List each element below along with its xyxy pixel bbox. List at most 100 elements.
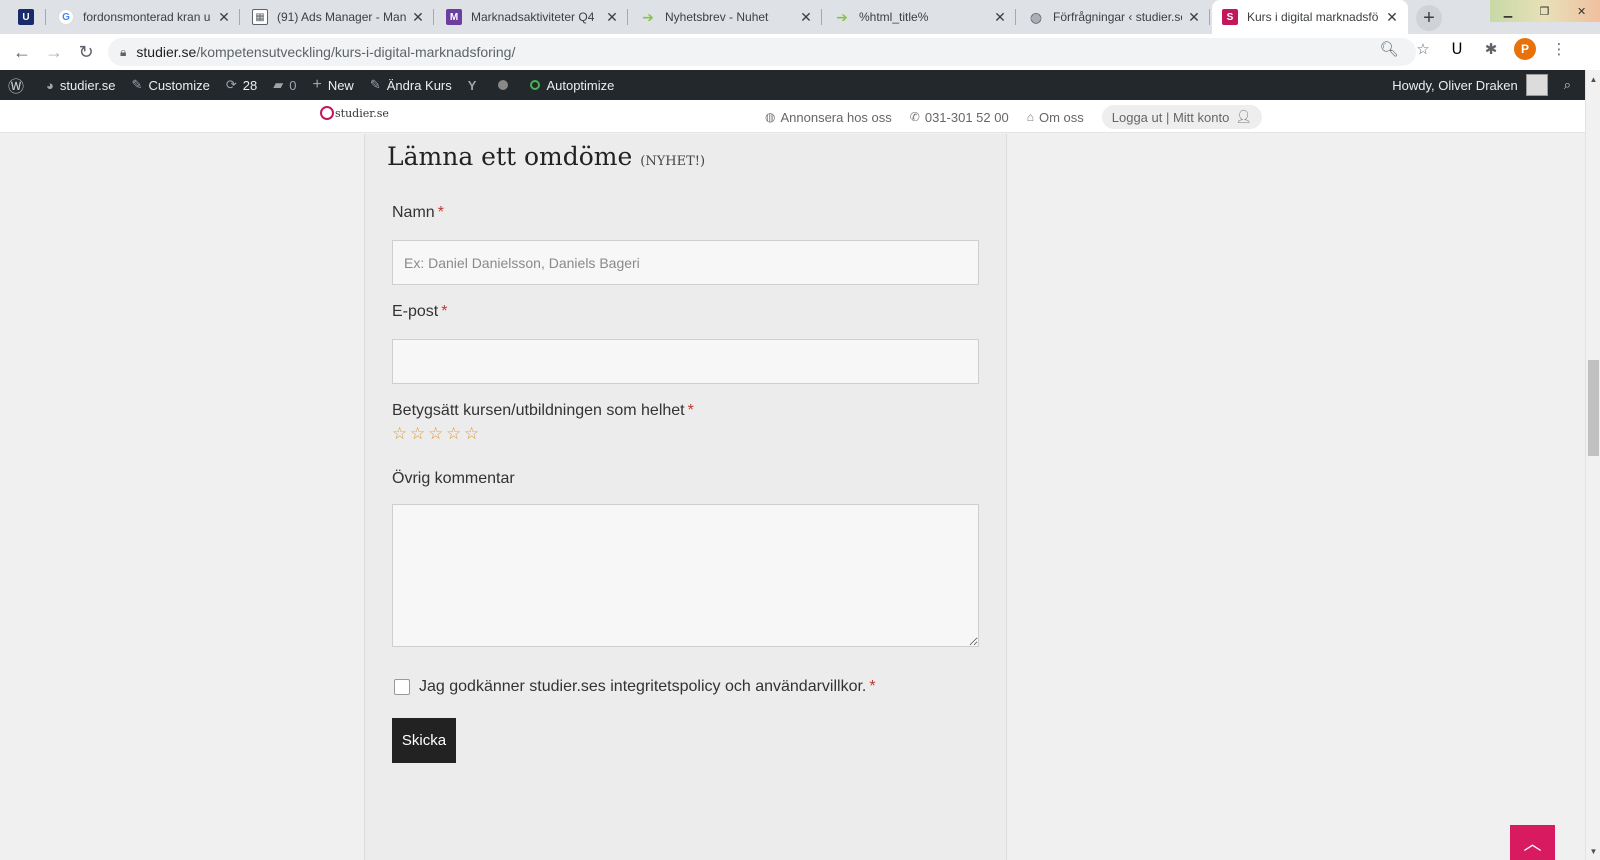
star-1-icon[interactable]: ☆ [392, 425, 408, 442]
comments-count: 0 [289, 77, 297, 93]
puzzle-icon[interactable]: ✱ [1480, 38, 1502, 60]
url-host: studier.se [136, 44, 197, 60]
tab-google-search[interactable]: G fordonsmonterad kran u ✕ [48, 0, 240, 34]
address-bar[interactable]: 🔒︎ studier.se/kompetensutveckling/kurs-i… [108, 38, 1416, 66]
close-tab-icon[interactable]: ✕ [798, 9, 814, 25]
comment-icon: ▰ [273, 77, 284, 92]
scroll-up-arrow-icon[interactable]: ▲ [1586, 72, 1600, 86]
customize-label: Customize [148, 77, 210, 93]
account-button[interactable]: Logga ut | Mitt konto 👤︎ [1101, 105, 1262, 129]
advertise-link[interactable]: ◍ Annonsera hos oss [765, 110, 892, 125]
updates-count: 28 [242, 77, 258, 93]
site-logo[interactable]: studier.se [320, 106, 389, 120]
email-field[interactable] [392, 339, 979, 384]
google-favicon-icon: G [58, 9, 74, 25]
close-tab-icon[interactable]: ✕ [992, 9, 1008, 25]
rating-label-text: Betygsätt kursen/utbildningen som helhet [392, 402, 685, 419]
scroll-to-top-button[interactable]: ︿ [1510, 825, 1555, 860]
u-favicon-icon: U [18, 9, 34, 25]
forward-icon[interactable]: → [38, 36, 70, 68]
comment-textarea[interactable] [392, 504, 979, 647]
chevron-up-icon: ︿ [1523, 833, 1542, 854]
comment-label: Övrig kommentar [392, 470, 515, 488]
status-dot-icon [498, 80, 509, 90]
tab-title: Nyhetsbrev - Nuhet [665, 10, 769, 24]
email-label: E-post * [392, 303, 447, 321]
account-label: Logga ut | Mitt konto [1111, 109, 1230, 125]
close-tab-icon[interactable]: ✕ [410, 9, 426, 25]
header-nav: ◍ Annonsera hos oss ✆ 031-301 52 00 ⌂ Om os… [765, 105, 1262, 129]
browser-toolbar: ← → ↻ 🔒︎ studier.se/kompetensutveckling/… [0, 34, 1600, 70]
phone-link[interactable]: ✆ 031-301 52 00 [910, 110, 1009, 125]
admin-search-button[interactable]: ⌕ [1556, 70, 1585, 100]
tab-forfragningar[interactable]: ◍ Förfrågningar ‹ studier.se ✕ [1018, 0, 1210, 34]
maximize-icon[interactable]: ❐ [1540, 5, 1550, 18]
close-tab-icon[interactable]: ✕ [1384, 9, 1400, 25]
review-heading: Lämna ett omdöme (NYHET!) [387, 142, 705, 171]
globe-favicon-icon: ◍ [1029, 8, 1043, 25]
close-tab-icon[interactable]: ✕ [216, 9, 232, 25]
close-tab-icon[interactable]: ✕ [1186, 9, 1202, 25]
logo-magnifier-icon [320, 106, 334, 120]
autoptimize-link[interactable]: Autoptimize [522, 70, 622, 100]
new-tab-button[interactable]: + [1416, 5, 1442, 31]
about-link[interactable]: ⌂ Om oss [1027, 110, 1084, 125]
review-form-card: Lämna ett omdöme (NYHET!) Namn* E-post* … [364, 134, 1007, 860]
star-3-icon[interactable]: ☆ [428, 425, 444, 442]
required-mark: * [437, 204, 444, 221]
reload-icon[interactable]: ↻ [70, 36, 102, 68]
edit-course-link[interactable]: ✎ Ändra Kurs [362, 70, 460, 100]
seo-status-indicator[interactable] [490, 70, 522, 100]
zoom-icon[interactable]: 🔍︎ [1378, 38, 1400, 60]
trello-favicon-icon: M [446, 9, 462, 25]
scrollbar-thumb[interactable] [1588, 360, 1599, 456]
tab-title: %html_title% [859, 10, 929, 24]
ads-manager-favicon-icon: ▦ [252, 9, 268, 25]
comments-link[interactable]: ▰ 0 [265, 70, 304, 100]
customize-link[interactable]: ✎ Customize [124, 70, 218, 100]
required-mark: * [687, 402, 694, 419]
refresh-icon: ⟳ [225, 77, 237, 92]
extension-icon[interactable]: ᑌ [1446, 38, 1468, 60]
consent-label: Jag godkänner studier.ses integritetspol… [419, 678, 876, 696]
tab-0[interactable]: U [8, 0, 46, 34]
minimize-icon[interactable]: ▁ [1504, 5, 1512, 18]
consent-checkbox[interactable] [394, 679, 410, 695]
lock-icon[interactable]: 🔒︎ [120, 45, 126, 60]
new-content-link[interactable]: + New [304, 70, 361, 100]
studier-favicon-icon: S [1222, 9, 1238, 25]
email-label-text: E-post [392, 303, 439, 320]
site-name-link[interactable]: ◕ studier.se [38, 70, 124, 100]
tab-nyhetsbrev[interactable]: ➔ Nyhetsbrev - Nuhet ✕ [630, 0, 822, 34]
menu-icon[interactable]: ⋮ [1548, 38, 1570, 60]
brush-icon: ✎ [131, 77, 143, 92]
window-controls: ▁ ❐ ✕ [1490, 0, 1600, 22]
my-account-link[interactable]: Howdy, Oliver Draken [1384, 70, 1555, 100]
scroll-down-arrow-icon[interactable]: ▼ [1586, 844, 1600, 858]
tab-title: (91) Ads Manager - Man [277, 10, 406, 24]
name-field[interactable] [392, 240, 979, 285]
autoptimize-status-icon [530, 80, 541, 90]
required-mark: * [869, 678, 876, 695]
updates-link[interactable]: ⟳ 28 [218, 70, 265, 100]
autoptimize-label: Autoptimize [546, 77, 615, 93]
star-5-icon[interactable]: ☆ [464, 425, 480, 442]
close-tab-icon[interactable]: ✕ [604, 9, 620, 25]
yoast-button[interactable]: Y [460, 70, 491, 100]
back-icon[interactable]: ← [6, 36, 38, 68]
profile-avatar[interactable]: P [1514, 38, 1536, 60]
tab-kurs-active[interactable]: S Kurs i digital marknadsfö ✕ [1212, 0, 1408, 34]
arrow-favicon-icon: ➔ [836, 8, 848, 25]
bookmark-star-icon[interactable]: ☆ [1412, 38, 1434, 60]
submit-button[interactable]: Skicka [392, 718, 456, 763]
tab-html-title[interactable]: ➔ %html_title% ✕ [824, 0, 1016, 34]
star-2-icon[interactable]: ☆ [410, 425, 426, 442]
name-label: Namn * [392, 204, 444, 222]
close-window-icon[interactable]: ✕ [1577, 5, 1586, 18]
wordpress-logo-button[interactable]: Ⓦ [0, 70, 38, 100]
star-4-icon[interactable]: ☆ [446, 425, 462, 442]
phone-icon: ✆ [909, 110, 920, 124]
tab-ads-manager[interactable]: ▦ (91) Ads Manager - Man ✕ [242, 0, 434, 34]
page-scrollbar[interactable]: ▲ ▼ [1585, 70, 1600, 860]
tab-marknadsaktiviteter[interactable]: M Marknadsaktiviteter Q4 ✕ [436, 0, 628, 34]
